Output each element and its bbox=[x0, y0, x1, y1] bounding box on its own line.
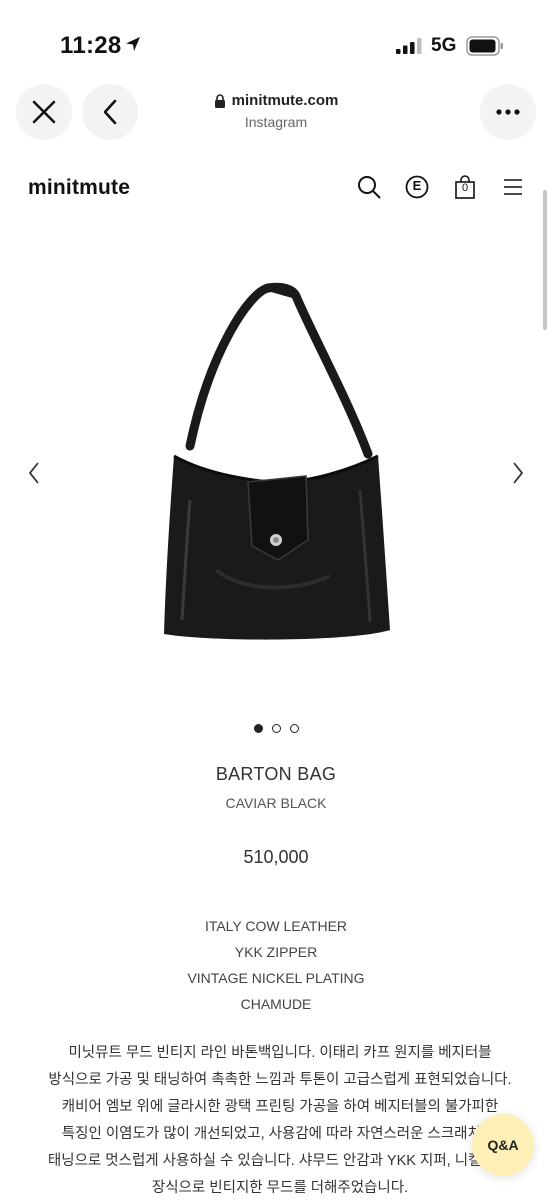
carousel-next-button[interactable] bbox=[506, 458, 530, 488]
close-button[interactable] bbox=[16, 84, 72, 140]
url-source: Instagram bbox=[244, 114, 308, 130]
carousel-dot-1[interactable] bbox=[253, 724, 263, 733]
chevron-left-icon bbox=[28, 462, 39, 484]
network-type: 5G bbox=[431, 35, 457, 56]
in-app-browser-bar: minitmute.com Instagram bbox=[0, 70, 552, 160]
cart-count: 0 bbox=[461, 182, 469, 194]
feature-item: ITALY COW LEATHER bbox=[204, 918, 348, 934]
carousel-dots bbox=[0, 724, 552, 733]
more-horizontal-icon bbox=[496, 109, 520, 115]
e-circle-button[interactable]: E bbox=[404, 174, 430, 200]
product-price: 510,000 bbox=[243, 847, 309, 867]
cart-button[interactable]: 0 bbox=[452, 174, 478, 200]
product-name: BARTON BAG bbox=[215, 764, 337, 784]
carousel-dot-2[interactable] bbox=[271, 724, 281, 733]
carousel-dot-3[interactable] bbox=[289, 724, 299, 733]
url-display[interactable]: minitmute.com Instagram bbox=[176, 92, 376, 130]
product-features: ITALY COW LEATHER YKK ZIPPER VINTAGE NIC… bbox=[0, 913, 552, 1017]
location-arrow-icon bbox=[126, 37, 140, 51]
lock-icon bbox=[214, 93, 225, 108]
product-description: 미닛뮤트 무드 빈티지 라인 바톤백입니다. 이태리 카프 원지를 베지터블 방… bbox=[47, 1045, 513, 1196]
product-color: CAVIAR BLACK bbox=[225, 795, 327, 811]
e-circle-letter: E bbox=[412, 178, 422, 193]
close-icon bbox=[32, 100, 56, 124]
status-time: 11:28 bbox=[60, 32, 122, 59]
feature-item: VINTAGE NICKEL PLATING bbox=[187, 970, 365, 986]
search-icon bbox=[358, 176, 381, 199]
battery-icon bbox=[466, 36, 503, 56]
feature-item: YKK ZIPPER bbox=[234, 944, 318, 960]
chevron-left-icon bbox=[103, 99, 117, 125]
cellular-signal-icon bbox=[396, 38, 422, 54]
site-logo[interactable]: minitmute bbox=[28, 176, 130, 200]
more-options-button[interactable] bbox=[480, 84, 536, 140]
qa-button[interactable]: Q&A bbox=[472, 1114, 534, 1176]
site-header: minitmute E 0 bbox=[0, 160, 552, 216]
chevron-right-icon bbox=[513, 462, 524, 484]
url-text: minitmute.com bbox=[231, 92, 339, 109]
hamburger-menu-icon bbox=[504, 179, 522, 195]
product-image[interactable] bbox=[120, 270, 432, 660]
page-scrollbar[interactable] bbox=[543, 190, 547, 330]
search-button[interactable] bbox=[356, 174, 382, 200]
carousel-prev-button[interactable] bbox=[22, 458, 46, 488]
menu-button[interactable] bbox=[500, 174, 526, 200]
feature-item: CHAMUDE bbox=[240, 996, 312, 1012]
back-button[interactable] bbox=[82, 84, 138, 140]
